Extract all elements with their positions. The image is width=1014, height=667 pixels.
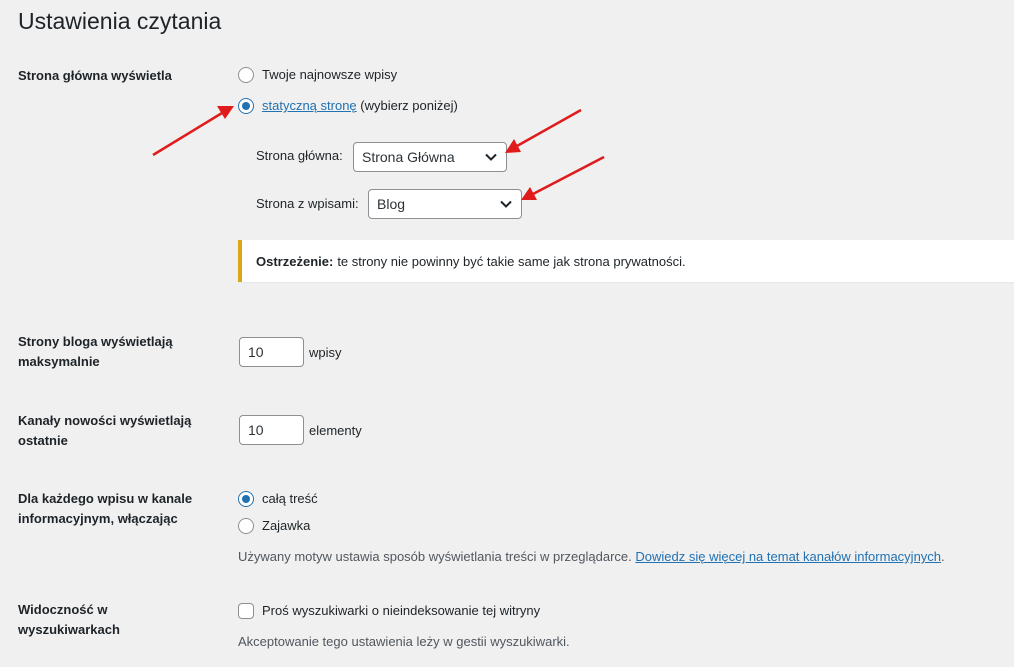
radio-latest-posts-control[interactable] xyxy=(238,67,254,83)
radio-static-page[interactable]: statyczną stronę (wybierz poniżej) xyxy=(238,96,458,116)
discourage-search-engines[interactable]: Proś wyszukiwarki o nieindeksowanie tej … xyxy=(238,601,540,621)
radio-excerpt-control[interactable] xyxy=(238,518,254,534)
feed-items-unit: elementy xyxy=(309,423,362,438)
homepage-select[interactable]: Strona Główna xyxy=(353,142,507,172)
feed-content-description: Używany motyw ustawia sposób wyświetlani… xyxy=(238,547,945,567)
homepage-select-label: Strona główna: xyxy=(256,148,343,163)
homepage-select-value: Strona Główna xyxy=(362,149,455,165)
feed-content-label: Dla każdego wpisu w kanale informacyjnym… xyxy=(18,491,193,526)
radio-static-page-control[interactable] xyxy=(238,98,254,114)
posts-page-select[interactable]: Blog xyxy=(368,189,522,219)
feed-items-input[interactable]: 10 xyxy=(239,415,304,445)
posts-page-select-label: Strona z wpisami: xyxy=(256,196,359,211)
feeds-learn-more-link[interactable]: Dowiedz się więcej na temat kanałów info… xyxy=(635,549,941,564)
warning-notice: Ostrzeżenie: te strony nie powinny być t… xyxy=(238,240,1014,282)
annotation-arrow xyxy=(521,155,605,200)
posts-per-page-unit: wpisy xyxy=(309,345,342,360)
chevron-down-icon xyxy=(485,153,497,161)
static-page-link[interactable]: statyczną stronę xyxy=(262,98,357,113)
posts-per-page-input[interactable]: 10 xyxy=(239,337,304,367)
radio-full-text-label: całą treść xyxy=(262,491,318,506)
feed-items-label: Kanały nowości wyświetlają ostatnie xyxy=(18,413,192,448)
search-visibility-label: Widoczność w wyszukiwarkach xyxy=(18,602,120,637)
chevron-down-icon xyxy=(500,200,512,208)
discourage-search-engines-label: Proś wyszukiwarki o nieindeksowanie tej … xyxy=(262,603,541,618)
front-page-label: Strona główna wyświetla xyxy=(18,68,172,83)
radio-static-page-label: statyczną stronę (wybierz poniżej) xyxy=(262,96,458,116)
annotation-arrow xyxy=(505,108,582,153)
annotation-arrow xyxy=(152,106,234,157)
radio-full-text-control[interactable] xyxy=(238,491,254,507)
static-page-suffix: (wybierz poniżej) xyxy=(356,98,458,113)
feed-desc-text: Używany motyw ustawia sposób wyświetlani… xyxy=(238,549,636,564)
search-visibility-description: Akceptowanie tego ustawienia leży w gest… xyxy=(238,634,570,649)
radio-excerpt-label: Zajawka xyxy=(262,518,311,533)
radio-latest-posts-label: Twoje najnowsze wpisy xyxy=(262,67,398,82)
discourage-search-engines-checkbox[interactable] xyxy=(238,603,254,619)
page-title: Ustawienia czytania xyxy=(18,8,222,34)
feed-desc-end: . xyxy=(941,549,945,564)
radio-excerpt[interactable]: Zajawka xyxy=(238,516,310,536)
radio-latest-posts[interactable]: Twoje najnowsze wpisy xyxy=(238,65,397,85)
warning-title: Ostrzeżenie: xyxy=(256,253,334,269)
posts-per-page-label: Strony bloga wyświetlają maksymalnie xyxy=(18,334,173,369)
radio-full-text[interactable]: całą treść xyxy=(238,489,318,509)
warning-text: te strony nie powinny być takie same jak… xyxy=(337,253,686,269)
posts-page-select-value: Blog xyxy=(377,196,406,212)
